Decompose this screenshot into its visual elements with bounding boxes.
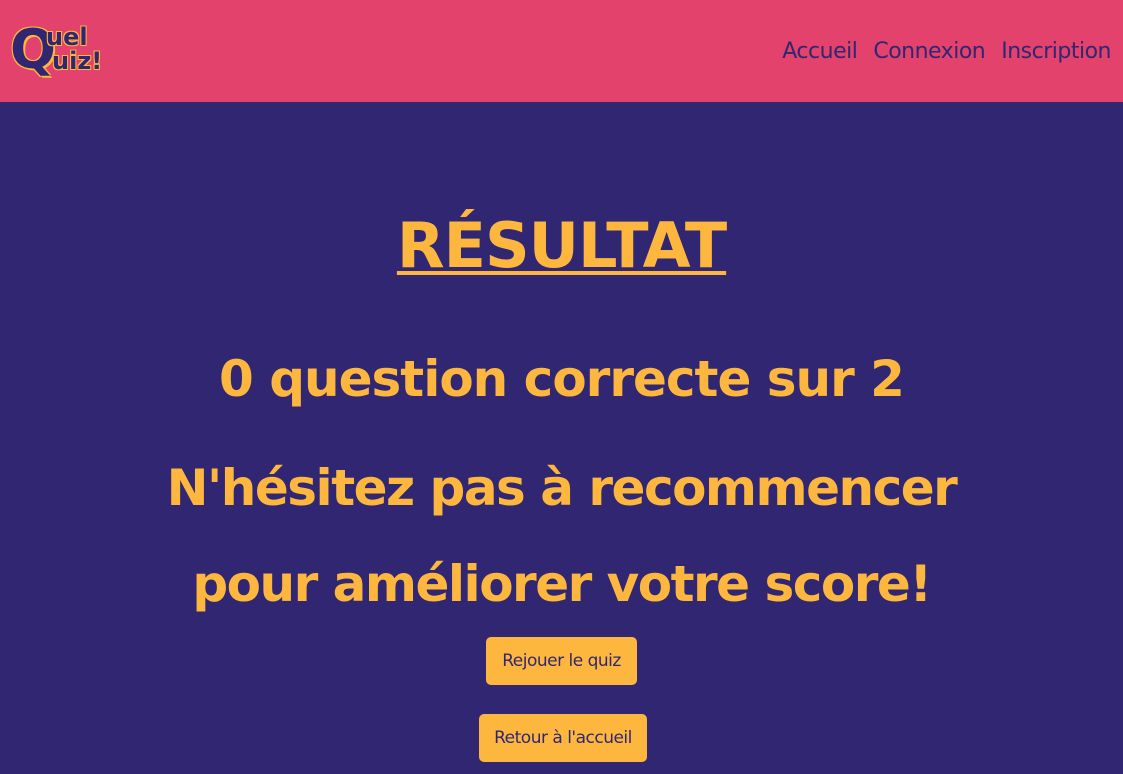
result-section: RÉSULTAT 0 question correcte sur 2 N'hés… bbox=[0, 102, 1123, 774]
score-text: 0 question correcte sur 2 bbox=[219, 350, 905, 408]
nav-link-connexion[interactable]: Connexion bbox=[873, 39, 985, 64]
logo-text-uiz: uiz! bbox=[52, 47, 103, 75]
nav-link-accueil[interactable]: Accueil bbox=[782, 39, 858, 64]
result-title: RÉSULTAT bbox=[396, 209, 727, 282]
main-nav: Accueil Connexion Inscription bbox=[782, 39, 1111, 64]
site-header: Q uel uiz! Accueil Connexion Inscription bbox=[0, 0, 1123, 102]
back-home-button[interactable]: Retour à l'accueil bbox=[479, 714, 647, 762]
replay-quiz-button[interactable]: Rejouer le quiz bbox=[486, 637, 637, 685]
nav-link-inscription[interactable]: Inscription bbox=[1001, 39, 1111, 64]
quelquiz-logo[interactable]: Q uel uiz! bbox=[10, 18, 110, 82]
encouragement-text: N'hésitez pas à recommencer pour amélior… bbox=[166, 459, 958, 613]
